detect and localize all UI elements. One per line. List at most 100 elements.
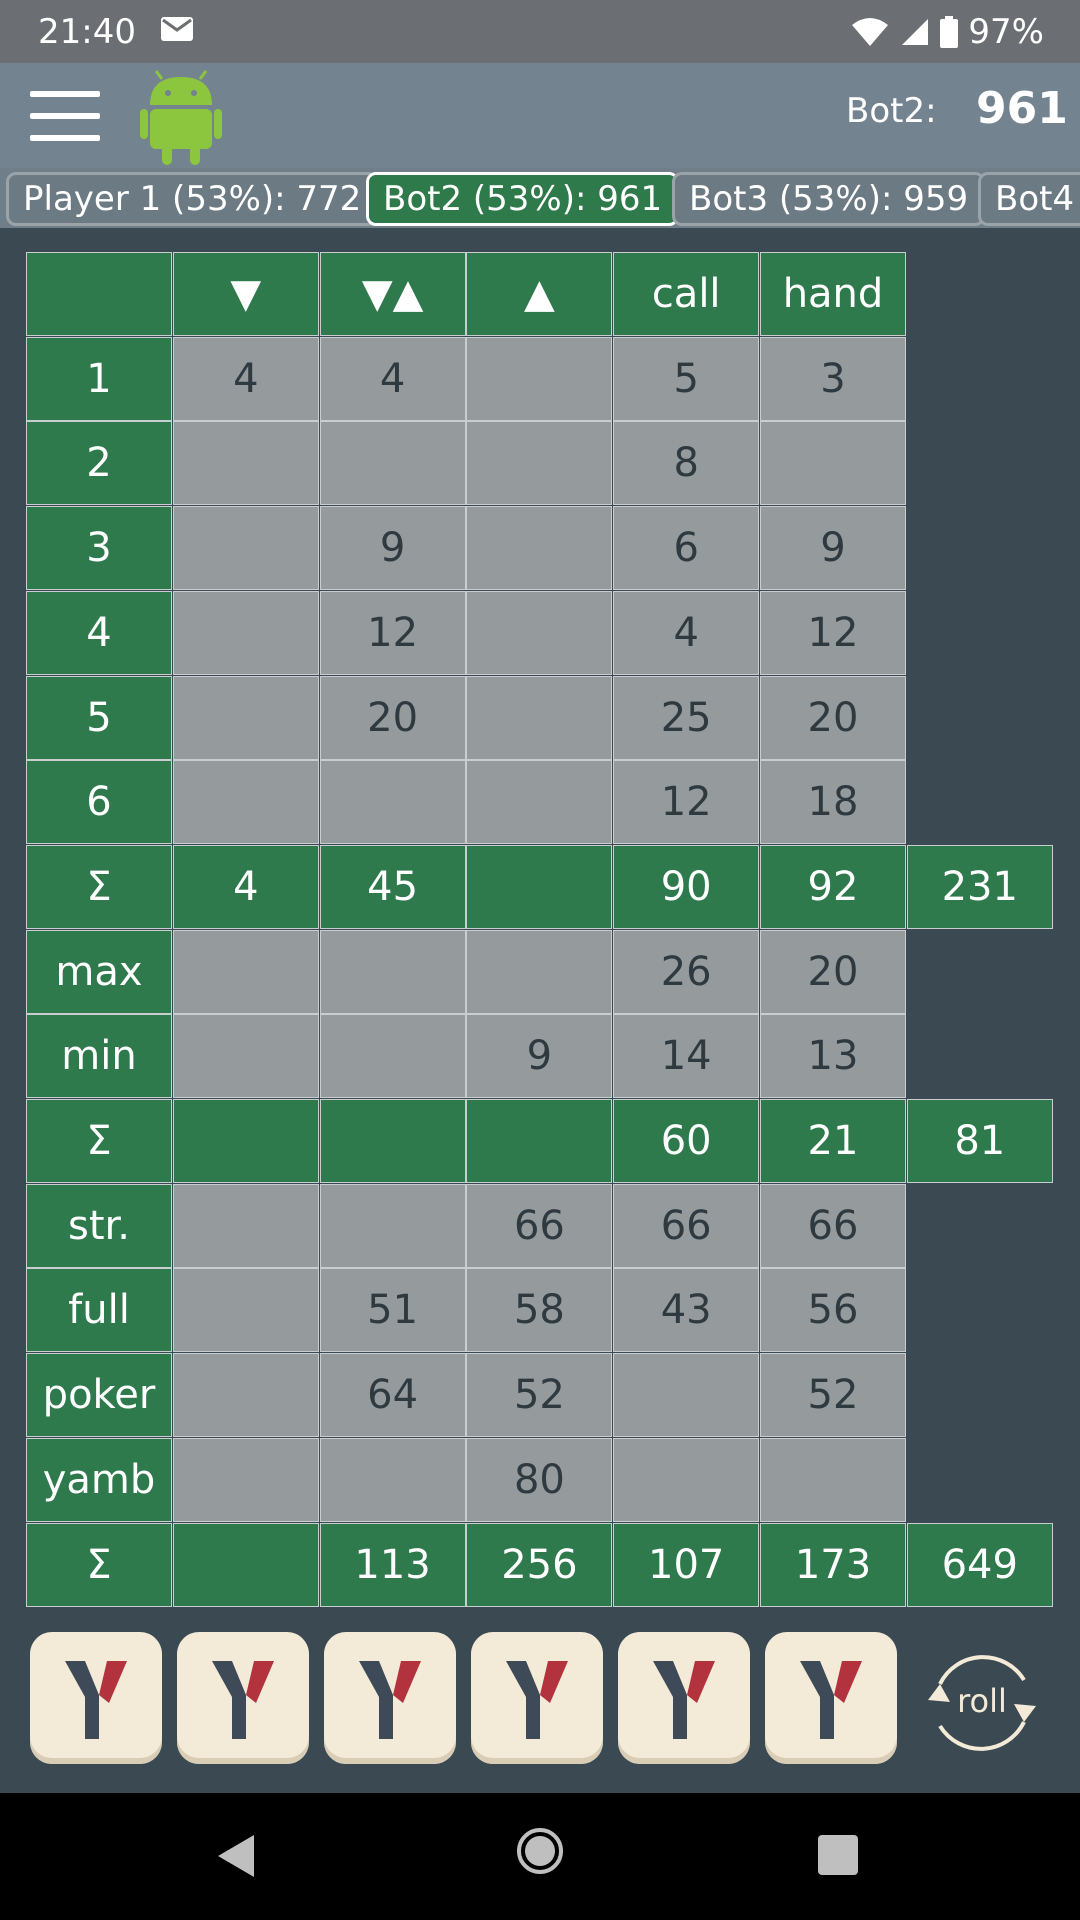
recents-icon[interactable] <box>818 1835 858 1875</box>
sum-cell <box>466 844 613 929</box>
tab-bot2[interactable]: Bot2 (53%): 961 <box>366 172 680 226</box>
die[interactable]: Y <box>324 1632 456 1764</box>
score-cell[interactable] <box>466 336 613 421</box>
sum-cell: 113 <box>319 1522 466 1607</box>
score-cell[interactable] <box>172 675 319 760</box>
die[interactable]: Y <box>618 1632 750 1764</box>
tab-player-1[interactable]: Player 1 (53%): 772 <box>6 172 379 226</box>
die-face-icon <box>212 1661 274 1739</box>
score-cell[interactable]: 25 <box>613 675 760 760</box>
tab-bot3[interactable]: Bot3 (53%): 959 <box>672 172 986 226</box>
score-cell[interactable]: 20 <box>760 929 906 1014</box>
score-cell[interactable] <box>319 1437 466 1522</box>
score-cell[interactable] <box>613 1353 760 1438</box>
score-cell[interactable] <box>613 1437 760 1522</box>
score-cell[interactable]: 52 <box>760 1353 906 1438</box>
score-cell[interactable]: 12 <box>760 590 906 675</box>
menu-icon[interactable] <box>30 91 100 141</box>
score-cell[interactable] <box>466 760 613 845</box>
row-label: full <box>26 1268 172 1353</box>
row-sum-label: Σ <box>26 1522 172 1607</box>
score-cell[interactable] <box>466 590 613 675</box>
score-cell[interactable]: 80 <box>466 1437 613 1522</box>
die[interactable]: Y <box>177 1632 309 1764</box>
score-cell[interactable]: 9 <box>760 506 906 591</box>
roll-button[interactable]: roll <box>920 1640 1044 1764</box>
sum-cell: 4 <box>172 844 319 929</box>
score-cell[interactable] <box>172 1014 319 1099</box>
score-cell[interactable] <box>319 1014 466 1099</box>
score-cell[interactable]: 20 <box>319 675 466 760</box>
dice-row: YYYYYY <box>30 1632 1070 1768</box>
score-cell[interactable]: 4 <box>172 336 319 421</box>
score-cell[interactable]: 12 <box>319 590 466 675</box>
die[interactable]: Y <box>765 1632 897 1764</box>
current-player-score: 961 <box>976 83 1068 134</box>
score-cell[interactable] <box>466 675 613 760</box>
score-cell[interactable]: 66 <box>466 1183 613 1268</box>
score-cell[interactable]: 18 <box>760 760 906 845</box>
score-cell[interactable] <box>172 1353 319 1438</box>
score-cell[interactable] <box>319 421 466 506</box>
sum-cell: 107 <box>613 1522 760 1607</box>
score-cell[interactable] <box>466 929 613 1014</box>
score-cell[interactable]: 66 <box>613 1183 760 1268</box>
score-cell[interactable]: 51 <box>319 1268 466 1353</box>
score-cell[interactable] <box>172 1268 319 1353</box>
sum-cell: 60 <box>613 1099 760 1183</box>
sum-cell <box>466 1099 613 1183</box>
score-cell[interactable]: 58 <box>466 1268 613 1353</box>
row-sum-label: Σ <box>26 1099 172 1183</box>
row-label: 5 <box>26 675 172 760</box>
score-cell[interactable]: 66 <box>760 1183 906 1268</box>
status-right: 97% <box>850 12 1044 52</box>
score-cell[interactable] <box>172 590 319 675</box>
score-cell[interactable]: 8 <box>613 421 760 506</box>
battery-icon <box>940 16 959 48</box>
score-cell[interactable] <box>319 929 466 1014</box>
score-cell[interactable] <box>172 506 319 591</box>
back-icon[interactable] <box>216 1833 256 1879</box>
status-time: 21:40 <box>38 12 136 52</box>
score-cell[interactable]: 4 <box>319 336 466 421</box>
score-cell[interactable]: 26 <box>613 929 760 1014</box>
score-cell[interactable] <box>466 421 613 506</box>
score-cell[interactable] <box>172 760 319 845</box>
score-cell[interactable]: 20 <box>760 675 906 760</box>
sum-cell <box>319 1099 466 1183</box>
score-cell[interactable]: 5 <box>613 336 760 421</box>
die[interactable]: Y <box>471 1632 603 1764</box>
signal-icon <box>902 19 929 45</box>
tab-bot4[interactable]: Bot4 <box>978 172 1080 226</box>
score-cell[interactable]: 4 <box>613 590 760 675</box>
navigation-bar <box>0 1793 1080 1920</box>
score-cell[interactable] <box>172 1183 319 1268</box>
score-cell[interactable]: 9 <box>466 1014 613 1099</box>
home-icon[interactable] <box>516 1827 564 1875</box>
die[interactable]: Y <box>30 1632 162 1764</box>
score-cell[interactable] <box>319 760 466 845</box>
sum-cell <box>172 1099 319 1183</box>
score-cell[interactable]: 56 <box>760 1268 906 1353</box>
score-cell[interactable] <box>466 506 613 591</box>
score-cell[interactable]: 52 <box>466 1353 613 1438</box>
score-cell[interactable] <box>172 929 319 1014</box>
table-corner <box>26 252 172 336</box>
score-cell[interactable] <box>760 421 906 506</box>
score-cell[interactable] <box>319 1183 466 1268</box>
score-cell[interactable]: 9 <box>319 506 466 591</box>
score-cell[interactable]: 3 <box>760 336 906 421</box>
score-cell[interactable] <box>172 1437 319 1522</box>
score-cell[interactable]: 43 <box>613 1268 760 1353</box>
score-cell[interactable]: 14 <box>613 1014 760 1099</box>
score-cell[interactable] <box>172 421 319 506</box>
score-cell[interactable] <box>760 1437 906 1522</box>
score-cell[interactable]: 64 <box>319 1353 466 1438</box>
column-header: ▼▲ <box>319 252 466 336</box>
row-sum-label: Σ <box>26 844 172 929</box>
player-tabs: Player 1 (53%): 772 Bot2 (53%): 961 Bot3… <box>0 168 1080 228</box>
row-total: 649 <box>906 1522 1053 1607</box>
score-cell[interactable]: 13 <box>760 1014 906 1099</box>
score-cell[interactable]: 12 <box>613 760 760 845</box>
score-cell[interactable]: 6 <box>613 506 760 591</box>
